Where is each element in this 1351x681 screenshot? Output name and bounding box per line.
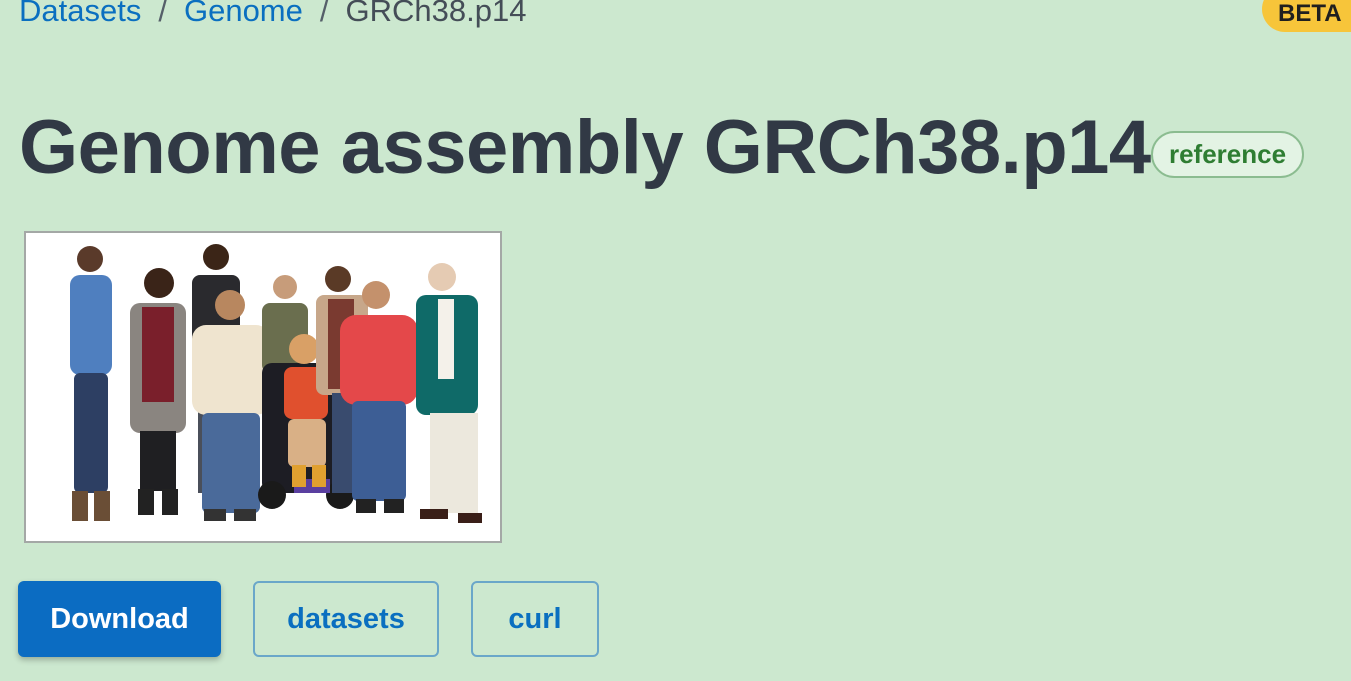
download-button[interactable]: Download	[18, 581, 221, 657]
curl-button[interactable]: curl	[471, 581, 599, 657]
person-figure	[70, 246, 112, 521]
assembly-image	[24, 231, 502, 543]
breadcrumb: Datasets / Genome / GRCh38.p14	[19, 0, 526, 31]
breadcrumb-link-genome[interactable]: Genome	[184, 0, 303, 28]
breadcrumb-current: GRCh38.p14	[345, 0, 527, 28]
breadcrumb-separator: /	[319, 0, 329, 28]
beta-badge: BETA	[1262, 0, 1351, 32]
page-title: Genome assembly GRCh38.p14	[19, 105, 1151, 190]
breadcrumb-separator: /	[158, 0, 167, 28]
breadcrumb-link-datasets[interactable]: Datasets	[19, 0, 141, 28]
reference-tag: reference	[1151, 131, 1304, 178]
group-photo	[26, 233, 500, 541]
datasets-button[interactable]: datasets	[253, 581, 439, 657]
